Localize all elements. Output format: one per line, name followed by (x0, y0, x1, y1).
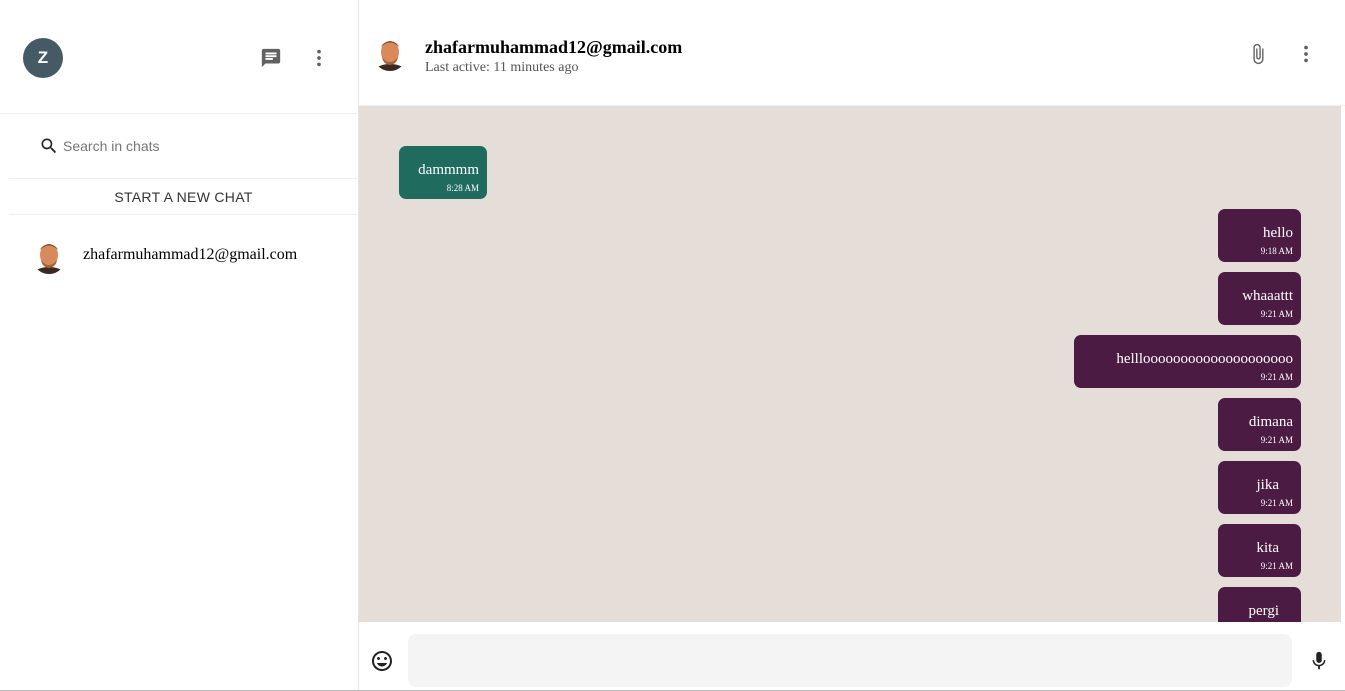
search-input[interactable] (63, 138, 323, 154)
message-text: jika (1256, 477, 1280, 493)
message-text: pergi (1248, 603, 1279, 619)
contact-avatar (32, 240, 66, 274)
user-avatar[interactable]: Z (23, 38, 63, 78)
message-list[interactable]: dammmm 8:28 AM hello 9:18 AM whaaattt 9:… (359, 106, 1341, 622)
contact-avatar (373, 37, 407, 71)
message-text: whaaattt (1242, 288, 1293, 304)
message-bubble-outgoing: hello 9:18 AM (1218, 209, 1301, 262)
chat-panel: zhafarmuhammad12@gmail.com Last active: … (359, 0, 1345, 691)
chat-list-item[interactable]: zhafarmuhammad12@gmail.com (0, 215, 358, 299)
message-bubble-outgoing: whaaattt 9:21 AM (1218, 272, 1301, 325)
start-new-chat-button[interactable]: START A NEW CHAT (9, 179, 358, 215)
message-bubble-outgoing: dimana 9:21 AM (1218, 398, 1301, 451)
attach-icon[interactable] (1246, 42, 1270, 66)
message-text: kita (1256, 540, 1280, 556)
sidebar: Z START A NEW CHAT z (0, 0, 359, 691)
more-vert-icon[interactable] (307, 46, 331, 70)
message-time: 9:21 AM (1260, 561, 1293, 571)
emoji-icon[interactable] (370, 649, 394, 673)
message-bubble-outgoing: hellloooooooooooooooooooo 9:21 AM (1074, 335, 1301, 388)
message-time: 9:18 AM (1260, 246, 1293, 256)
message-time: 9:21 AM (1260, 498, 1293, 508)
message-text: dammmm (418, 162, 479, 178)
app: Z START A NEW CHAT z (0, 0, 1345, 691)
message-composer (359, 622, 1345, 691)
search-bar (9, 114, 358, 179)
sidebar-header: Z (0, 0, 358, 114)
search-icon (41, 138, 57, 154)
message-time: 9:21 AM (1260, 372, 1293, 382)
more-vert-icon[interactable] (1294, 42, 1318, 66)
message-input[interactable] (408, 634, 1292, 687)
message-bubble-outgoing: kita 9:21 AM (1218, 524, 1301, 577)
message-time: 8:28 AM (446, 183, 479, 193)
chat-item-name: zhafarmuhammad12@gmail.com (83, 246, 298, 263)
message-bubble-outgoing: pergi (1218, 587, 1301, 622)
last-active-status: Last active: 11 minutes ago (425, 60, 579, 75)
message-bubble-incoming: dammmm 8:28 AM (399, 146, 487, 199)
message-bubble-outgoing: jika 9:21 AM (1218, 461, 1301, 514)
message-time: 9:21 AM (1260, 435, 1293, 445)
message-text: dimana (1248, 414, 1293, 430)
message-text: hellloooooooooooooooooooo (1116, 351, 1293, 367)
mic-icon[interactable] (1307, 649, 1331, 673)
chat-icon[interactable] (259, 46, 283, 70)
chat-header: zhafarmuhammad12@gmail.com Last active: … (359, 0, 1345, 106)
contact-name: zhafarmuhammad12@gmail.com (425, 37, 683, 57)
message-time: 9:21 AM (1260, 309, 1293, 319)
message-text: hello (1263, 225, 1293, 241)
